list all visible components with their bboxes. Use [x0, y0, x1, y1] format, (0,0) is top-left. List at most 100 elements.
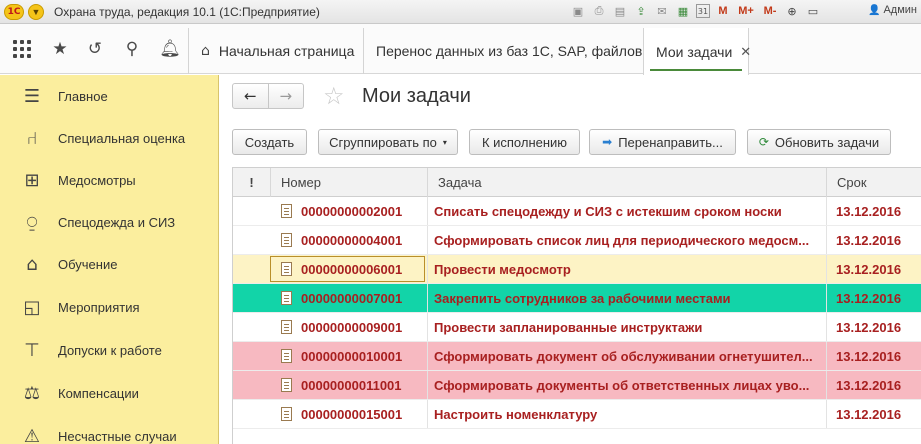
forward-arrow-icon[interactable]: →: [267, 84, 304, 108]
task-due-date: 13.12.2016: [836, 232, 902, 248]
sidebar-item-label: Обучение: [58, 256, 118, 272]
button-label: Перенаправить...: [618, 134, 723, 150]
column-divider: [427, 197, 428, 225]
column-header-flag[interactable]: !: [233, 168, 271, 197]
favorites-star-icon[interactable]: ★: [50, 39, 70, 59]
sidebar-item-special-assessment[interactable]: ⑁ Специальная оценка: [0, 117, 219, 159]
sidebar-item-training[interactable]: ⌂ Обучение: [0, 243, 219, 285]
close-icon[interactable]: ✕: [740, 44, 751, 60]
column-header-due[interactable]: Срок: [827, 168, 921, 197]
sidebar-item-compensations[interactable]: ⚖ Компенсации: [0, 372, 219, 414]
apps-grid-icon[interactable]: [12, 39, 32, 59]
sidebar-item-label: Спецодежда и СИЗ: [58, 214, 176, 230]
sidebar-item-label: Компенсации: [58, 385, 139, 401]
preview-icon[interactable]: ▤: [612, 3, 628, 19]
history-icon[interactable]: ↺: [85, 39, 105, 59]
task-number: 00000000010001: [301, 348, 403, 364]
task-due-date: 13.12.2016: [836, 406, 902, 422]
sidebar-item-label: Мероприятия: [58, 299, 140, 315]
table-row[interactable]: 00000000011001 Сформировать документы об …: [233, 371, 921, 400]
sections-panel: ☰ Главное ⑁ Специальная оценка ⊞ Медосмо…: [0, 75, 219, 444]
search-icon[interactable]: ⚲: [122, 39, 142, 59]
table-row[interactable]: 00000000006001 Провести медосмотр 13.12.20…: [233, 255, 921, 284]
page-title: Мои задачи: [362, 85, 471, 107]
window-icon[interactable]: ▭: [805, 3, 821, 19]
task-due-date: 13.12.2016: [836, 377, 902, 393]
notifications-bell-icon[interactable]: 🔔︎: [159, 39, 181, 59]
chair-icon: ⑁: [26, 127, 38, 149]
crane-icon: ⊤: [24, 339, 40, 361]
graduation-cap-icon: ⌂: [26, 253, 38, 275]
email-icon[interactable]: ✉: [654, 3, 670, 19]
task-title: Сформировать документ об обслуживании ог…: [434, 348, 813, 364]
to-execution-button[interactable]: К исполнению: [469, 129, 580, 155]
user-icon: 👤: [868, 4, 881, 16]
main-menu-button[interactable]: ▼: [28, 3, 44, 20]
sidebar-item-events[interactable]: ◱ Мероприятия: [0, 286, 219, 328]
task-number: 00000000015001: [301, 406, 403, 422]
section-bar: ★ ↺ ⚲ 🔔︎ ⌂ Начальная страница Перенос да…: [0, 24, 921, 75]
memory-plus-button[interactable]: M+: [736, 3, 756, 19]
redirect-button[interactable]: ➡ Перенаправить...: [589, 129, 736, 155]
task-title: Настроить номенклатуру: [434, 406, 598, 422]
column-header-task[interactable]: Задача: [428, 168, 827, 197]
refresh-icon: ⟳: [758, 135, 769, 149]
column-header-number[interactable]: Номер: [271, 168, 428, 197]
redirect-arrow-icon: ➡: [602, 135, 613, 149]
calendar-icon[interactable]: 31: [696, 4, 710, 18]
table-row[interactable]: 00000000004001 Сформировать список лиц дл…: [233, 226, 921, 255]
button-label: Обновить задачи: [774, 134, 880, 150]
home-icon: ⌂: [201, 43, 210, 59]
active-tab-indicator: [650, 69, 742, 71]
medkit-icon: ⊞: [24, 169, 40, 191]
titlebar-toolbar: ▣ ⎙ ▤ ⇪ ✉ ▦ 31 M M+ M- ⊕ ▭: [570, 3, 821, 19]
sidebar-item-label: Допуски к работе: [58, 342, 162, 358]
title-bar: 1С ▼ Охрана труда, редакция 10.1 (1С:Пре…: [0, 0, 921, 24]
memory-minus-button[interactable]: M-: [761, 3, 779, 19]
column-divider: [427, 400, 428, 428]
sidebar-item-permits[interactable]: ⊤ Допуски к работе: [0, 329, 219, 371]
memory-button[interactable]: M: [715, 3, 731, 19]
app-logo: 1С: [4, 3, 24, 20]
tab-label: Перенос данных из баз 1С, SAP, файлов: [376, 43, 643, 59]
sidebar-item-label: Медосмотры: [58, 172, 136, 188]
menu-lines-icon: ☰: [23, 85, 41, 107]
sidebar-item-label: Специальная оценка: [58, 130, 186, 146]
sidebar-item-main[interactable]: ☰ Главное: [0, 75, 219, 117]
tasks-table: ! Номер Задача Срок 00000000002001 Списат…: [232, 167, 921, 444]
spreadsheet-icon[interactable]: ▦: [675, 3, 691, 19]
sidebar-item-medical[interactable]: ⊞ Медосмотры: [0, 159, 219, 201]
group-by-button[interactable]: Сгруппировать по ▾: [318, 129, 458, 155]
table-row[interactable]: 00000000010001 Сформировать документ об о…: [233, 342, 921, 371]
sidebar-item-accidents[interactable]: ⚠ Несчастные случаи: [0, 415, 219, 444]
back-arrow-icon[interactable]: ←: [233, 84, 268, 108]
table-row[interactable]: 00000000009001 Провести запланированные и…: [233, 313, 921, 342]
attach-icon[interactable]: ⇪: [633, 3, 649, 19]
task-due-date: 13.12.2016: [836, 290, 902, 306]
favorite-star-icon[interactable]: ☆: [323, 82, 345, 110]
task-number: 00000000009001: [301, 319, 403, 335]
table-row[interactable]: 00000000007001 Закрепить сотрудников за р…: [233, 284, 921, 313]
refresh-tasks-button[interactable]: ⟳ Обновить задачи: [747, 129, 891, 155]
table-row[interactable]: 00000000002001 Списать спецодежду и СИЗ с…: [233, 197, 921, 226]
print-icon[interactable]: ⎙: [591, 3, 607, 19]
tab-label: Мои задачи: [656, 43, 733, 60]
table-row[interactable]: 00000000015001 Настроить номенклатуру 13.1…: [233, 400, 921, 429]
button-label: К исполнению: [481, 134, 568, 150]
task-due-date: 13.12.2016: [836, 348, 902, 364]
button-label: Создать: [244, 134, 295, 150]
user-menu[interactable]: 👤 Админ: [868, 4, 917, 16]
save-icon[interactable]: ▣: [570, 3, 586, 19]
tab-my-tasks[interactable]: Мои задачи ✕: [643, 28, 751, 75]
sidebar-item-workwear[interactable]: ⍜ Спецодежда и СИЗ: [0, 201, 219, 243]
zoom-icon[interactable]: ⊕: [784, 3, 800, 19]
chart-board-icon: ◱: [23, 296, 41, 318]
tab-home[interactable]: ⌂ Начальная страница: [188, 28, 363, 74]
tab-data-transfer[interactable]: Перенос данных из баз 1С, SAP, файлов ✕: [363, 28, 661, 74]
create-button[interactable]: Создать: [232, 129, 307, 155]
task-title: Сформировать документы об ответственных …: [434, 377, 810, 393]
dropdown-arrow-icon: ▾: [442, 137, 447, 147]
column-divider: [427, 284, 428, 312]
task-number: 00000000002001: [301, 203, 403, 219]
task-number: 00000000007001: [301, 290, 403, 306]
